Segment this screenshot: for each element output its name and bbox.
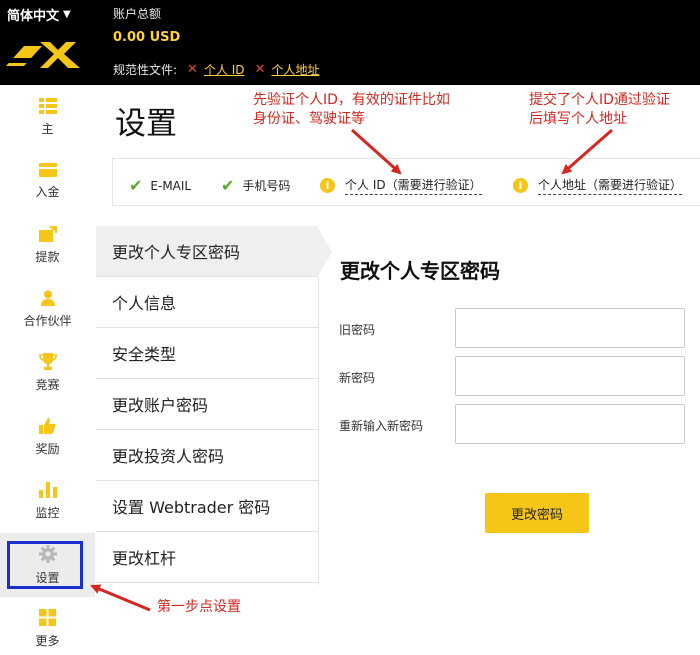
top-bar: 简体中文 ▼ 账户总额 0.00 USD 规范性文件: ✕ 个人 ID ✕ 个人…	[0, 0, 700, 85]
trophy-icon	[38, 353, 57, 370]
close-icon: ✕	[254, 62, 266, 77]
language-label: 简体中文	[7, 9, 60, 24]
annotation-line: 身份证、驾驶证等	[253, 111, 365, 127]
sidebar-item-label: 主	[41, 121, 54, 136]
sidebar-item-withdraw[interactable]: 提款	[0, 213, 95, 277]
sidebar-item-rewards[interactable]: 奖励	[0, 405, 95, 469]
annotation-verify-address: 提交了个人ID通过验证 后填写个人地址	[529, 91, 670, 129]
doc-link-personal-id[interactable]: 个人 ID	[204, 61, 245, 78]
sidebar-item-label: 监控	[35, 505, 60, 520]
sidebar-item-contest[interactable]: 竞赛	[0, 341, 95, 405]
chevron-down-icon: ▼	[63, 9, 71, 20]
menu-item-change-investor-password[interactable]: 更改投资人密码	[96, 430, 318, 481]
balance-value: 0.00 USD	[113, 30, 181, 45]
repeat-password-label: 重新输入新密码	[339, 419, 424, 433]
wallet-icon	[38, 162, 57, 177]
check-icon: ✔	[221, 176, 235, 195]
verify-id-label[interactable]: 个人 ID（需要进行验证）	[345, 176, 482, 195]
verify-email-label: E-MAIL	[150, 178, 192, 193]
verify-personal-address[interactable]: i 个人地址（需要进行验证）	[513, 176, 683, 195]
sidebar-item-label: 竞赛	[35, 378, 60, 392]
annotation-line: 先验证个人ID，有效的证件比如	[253, 92, 450, 108]
withdraw-icon	[38, 225, 57, 242]
verify-personal-id[interactable]: i 个人 ID（需要进行验证）	[320, 176, 482, 195]
annotation-line: 后填写个人地址	[529, 111, 627, 127]
new-password-field[interactable]	[455, 356, 685, 396]
person-icon	[40, 290, 55, 306]
language-selector[interactable]: 简体中文 ▼	[7, 5, 71, 24]
old-password-field[interactable]	[455, 308, 685, 348]
doc-link-personal-address[interactable]: 个人地址	[271, 61, 319, 78]
verify-phone-label: 手机号码	[242, 179, 291, 193]
sidebar-item-deposit[interactable]: 入金	[0, 149, 95, 213]
sidebar-item-label: 合作伙伴	[23, 313, 72, 328]
bar-chart-icon	[38, 481, 57, 498]
annotation-line: 提交了个人ID通过验证	[529, 92, 670, 108]
verify-phone: ✔ 手机号码	[221, 176, 290, 195]
annotation-verify-id: 先验证个人ID，有效的证件比如 身份证、驾驶证等	[253, 91, 450, 129]
sidebar-item-label: 更多	[35, 634, 60, 648]
menu-item-security-type[interactable]: 安全类型	[96, 328, 318, 379]
menu-item-webtrader-password[interactable]: 设置 Webtrader 密码	[96, 481, 318, 532]
menu-item-change-pa-password[interactable]: 更改个人专区密码	[96, 226, 318, 277]
info-icon: i	[320, 178, 335, 193]
verify-email: ✔ E-MAIL	[129, 176, 191, 195]
sidebar-item-monitor[interactable]: 监控	[0, 469, 95, 533]
balance-label: 账户总额	[113, 7, 162, 21]
arrow-to-settings	[90, 584, 151, 612]
check-icon: ✔	[129, 176, 143, 195]
new-password-label: 新密码	[339, 371, 376, 385]
form-title: 更改个人专区密码	[340, 259, 500, 283]
settings-menu: 更改个人专区密码 个人信息 安全类型 更改账户密码 更改投资人密码 设置 Web…	[96, 226, 318, 583]
menu-item-change-leverage[interactable]: 更改杠杆	[96, 532, 318, 583]
settings-highlight-box	[7, 541, 83, 589]
menu-item-change-account-password[interactable]: 更改账户密码	[96, 379, 318, 430]
list-icon	[38, 97, 57, 114]
sidebar-item-more[interactable]: 更多	[0, 597, 95, 655]
sidebar-item-label: 奖励	[35, 441, 60, 456]
exness-logo[interactable]	[2, 36, 82, 72]
sidebar-item-label: 入金	[35, 184, 60, 199]
grid-icon	[39, 609, 56, 626]
docs-label: 规范性文件:	[113, 63, 178, 77]
repeat-password-field[interactable]	[455, 404, 685, 444]
menu-divider	[318, 277, 319, 585]
menu-item-personal-info[interactable]: 个人信息	[96, 277, 318, 328]
sidebar-item-partner[interactable]: 合作伙伴	[0, 277, 95, 341]
active-menu-pointer	[318, 228, 332, 276]
annotation-step-one: 第一步点设置	[157, 599, 241, 615]
sidebar-item-home[interactable]: 主	[0, 85, 95, 149]
sidebar-item-label: 提款	[35, 249, 60, 264]
verification-status-bar: ✔ E-MAIL ✔ 手机号码 i 个人 ID（需要进行验证） i 个人地址（需…	[112, 158, 700, 206]
close-icon: ✕	[187, 62, 198, 77]
thumbs-up-icon	[39, 417, 56, 434]
change-password-button[interactable]: 更改密码	[485, 493, 589, 533]
compliance-docs: 规范性文件: ✕ 个人 ID ✕ 个人地址	[113, 61, 319, 78]
page-title: 设置	[115, 106, 177, 142]
info-icon: i	[513, 178, 528, 193]
verify-address-label[interactable]: 个人地址（需要进行验证）	[538, 176, 683, 195]
old-password-label: 旧密码	[339, 323, 376, 337]
